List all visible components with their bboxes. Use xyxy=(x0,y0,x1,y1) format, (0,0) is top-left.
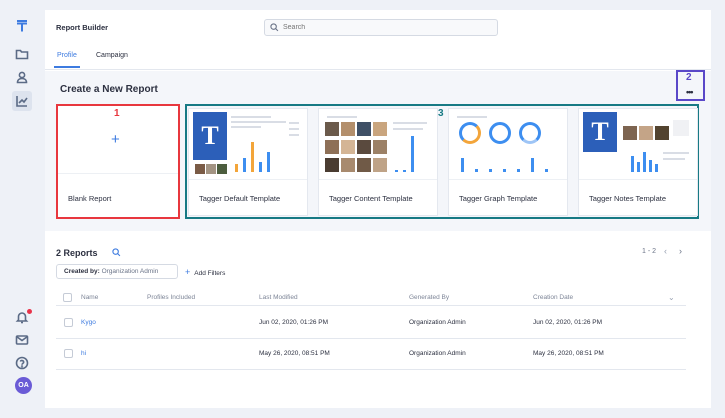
row-divider xyxy=(56,369,686,370)
row-checkbox[interactable] xyxy=(64,349,73,358)
filter-key: Created by: xyxy=(64,268,100,275)
creation-date-cell: May 26, 2020, 08:51 PM xyxy=(533,350,604,357)
column-header-name[interactable]: Name xyxy=(81,294,98,301)
card-label: Tagger Notes Template xyxy=(589,194,666,203)
last-modified-cell: May 26, 2020, 08:51 PM xyxy=(259,350,330,357)
template-card-content[interactable]: Tagger Content Template xyxy=(318,108,438,216)
add-filters-button[interactable]: + Add Filters xyxy=(185,267,225,277)
template-card-notes[interactable]: T Tagger Notes Template xyxy=(578,108,698,216)
reports-count: 2 Reports xyxy=(56,248,98,258)
chevron-right-icon[interactable]: › xyxy=(679,246,682,256)
row-checkbox[interactable] xyxy=(64,318,73,327)
logo-icon[interactable] xyxy=(14,18,30,34)
add-filters-label: Add Filters xyxy=(194,270,226,277)
notification-badge xyxy=(27,309,32,314)
plus-icon[interactable]: + xyxy=(111,131,120,148)
report-name-link[interactable]: Kygo xyxy=(81,319,96,326)
card-label: Blank Report xyxy=(68,194,112,203)
card-label: Tagger Graph Template xyxy=(459,194,538,203)
template-thumbnail: T xyxy=(583,112,693,176)
pagination-label: 1 - 2 xyxy=(642,248,657,255)
template-card-default[interactable]: T Tagger Default Template xyxy=(188,108,308,216)
more-horizontal-icon[interactable]: ••• xyxy=(686,87,694,97)
template-thumbnail xyxy=(453,112,563,176)
sort-chevron-icon[interactable]: ⌄ xyxy=(668,293,675,302)
column-header-profiles[interactable]: Profiles Included xyxy=(147,294,195,301)
tab-campaign[interactable]: Campaign xyxy=(96,52,128,59)
column-header-creation-date[interactable]: Creation Date xyxy=(533,294,573,301)
logo-image: T xyxy=(193,112,227,160)
card-label: Tagger Default Template xyxy=(199,194,281,203)
card-label: Tagger Content Template xyxy=(329,194,413,203)
annotation-number: 2 xyxy=(686,72,692,83)
last-modified-cell: Jun 02, 2020, 01:26 PM xyxy=(259,319,329,326)
annotation-number: 1 xyxy=(114,108,120,119)
select-all-checkbox[interactable] xyxy=(63,293,72,302)
mail-icon[interactable] xyxy=(14,332,30,348)
search-icon xyxy=(270,23,279,32)
divider xyxy=(58,173,178,174)
template-thumbnail: T xyxy=(193,112,303,176)
help-icon[interactable] xyxy=(14,355,30,371)
logo-image: T xyxy=(583,112,617,152)
generated-by-cell: Organization Admin xyxy=(409,350,466,357)
avatar[interactable]: OA xyxy=(15,377,32,394)
chart-icon[interactable] xyxy=(12,91,32,111)
filter-value: Organization Admin xyxy=(101,268,159,275)
search-input[interactable] xyxy=(283,21,483,34)
annotation-number: 3 xyxy=(438,108,444,119)
folder-icon[interactable] xyxy=(14,46,30,62)
user-icon[interactable] xyxy=(14,69,30,85)
report-name-link[interactable]: hi xyxy=(81,350,86,357)
filter-chip[interactable]: Created by: Organization Admin xyxy=(56,264,178,279)
chevron-left-icon[interactable]: ‹ xyxy=(664,246,667,256)
generated-by-cell: Organization Admin xyxy=(409,319,466,326)
column-header-generated-by[interactable]: Generated By xyxy=(409,294,449,301)
template-thumbnail xyxy=(323,112,433,176)
page-title: Report Builder xyxy=(56,23,109,32)
plus-icon: + xyxy=(185,267,191,277)
section-title: Create a New Report xyxy=(60,84,158,95)
creation-date-cell: Jun 02, 2020, 01:26 PM xyxy=(533,319,603,326)
tab-profile[interactable]: Profile xyxy=(57,52,77,59)
template-card-graph[interactable]: Tagger Graph Template xyxy=(448,108,568,216)
row-divider xyxy=(56,338,686,339)
active-tab-indicator xyxy=(54,66,80,68)
search-icon[interactable] xyxy=(112,248,121,257)
column-header-last-modified[interactable]: Last Modified xyxy=(259,294,298,301)
